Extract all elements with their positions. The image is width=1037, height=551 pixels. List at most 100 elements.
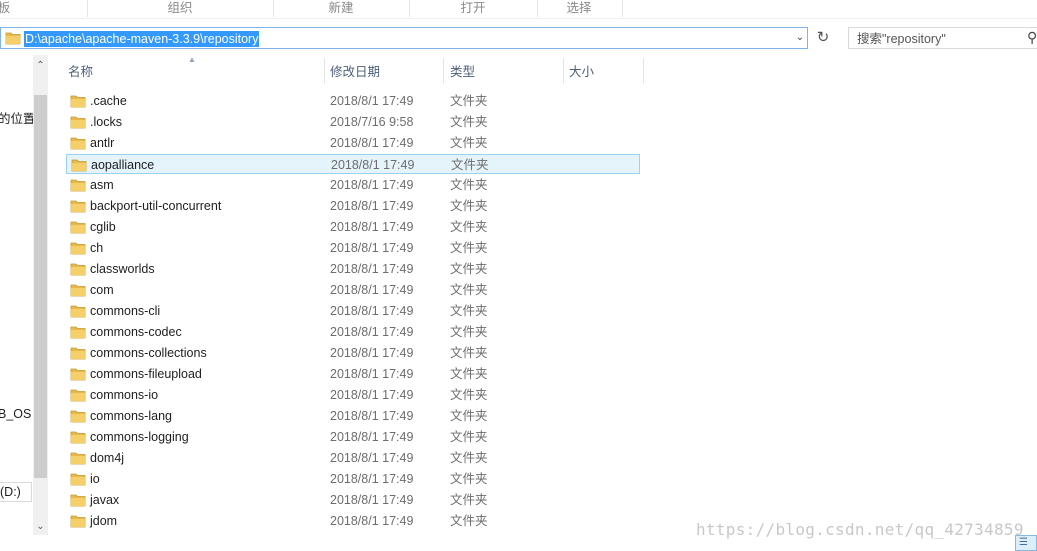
refresh-button[interactable]: ↻	[812, 28, 834, 48]
search-input[interactable]: 搜索"repository"	[857, 31, 946, 47]
file-type: 文件夹	[450, 199, 488, 213]
folder-icon	[70, 430, 86, 444]
file-row[interactable]: ch 2018/8/1 17:49 文件夹	[66, 238, 640, 258]
file-type: 文件夹	[450, 115, 488, 129]
nav-item-recent-locations[interactable]: 的位置	[0, 108, 36, 127]
scrollbar-thumb[interactable]	[34, 95, 47, 478]
file-row[interactable]: commons-logging 2018/8/1 17:49 文件夹	[66, 427, 640, 447]
file-name[interactable]: javax	[90, 490, 119, 510]
file-row[interactable]: classworlds 2018/8/1 17:49 文件夹	[66, 259, 640, 279]
file-row[interactable]: commons-codec 2018/8/1 17:49 文件夹	[66, 322, 640, 342]
file-name[interactable]: commons-cli	[90, 301, 160, 321]
file-row[interactable]: commons-lang 2018/8/1 17:49 文件夹	[66, 406, 640, 426]
file-row[interactable]: commons-collections 2018/8/1 17:49 文件夹	[66, 343, 640, 363]
address-bar[interactable]: D:\apache\apache-maven-3.3.9\repository …	[0, 27, 808, 49]
file-name[interactable]: classworlds	[90, 259, 155, 279]
folder-icon	[70, 241, 86, 255]
details-view-button[interactable]: ☰	[1015, 535, 1037, 551]
nav-item-d-drive[interactable]: (D:)	[0, 482, 32, 502]
column-header-modified[interactable]: 修改日期	[330, 58, 442, 86]
file-type: 文件夹	[450, 367, 488, 381]
ribbon: 板 组织 新建 打开 选择	[0, 0, 1037, 19]
file-name[interactable]: commons-io	[90, 385, 158, 405]
file-name[interactable]: commons-lang	[90, 406, 172, 426]
folder-icon	[70, 199, 86, 213]
file-name[interactable]: commons-collections	[90, 343, 207, 363]
file-name[interactable]: commons-fileupload	[90, 364, 202, 384]
file-name[interactable]: io	[90, 469, 100, 489]
file-row[interactable]: backport-util-concurrent 2018/8/1 17:49 文件…	[66, 196, 640, 216]
folder-icon	[70, 178, 86, 192]
column-header-type[interactable]: 类型	[450, 58, 562, 86]
file-type: 文件夹	[450, 178, 488, 192]
folder-icon	[70, 94, 86, 108]
folder-icon	[70, 367, 86, 381]
file-modified: 2018/8/1 17:49	[330, 241, 414, 255]
file-row[interactable]: dom4j 2018/8/1 17:49 文件夹	[66, 448, 640, 468]
column-header-name[interactable]: 名称	[68, 58, 323, 86]
folder-icon	[70, 346, 86, 360]
file-row[interactable]: antlr 2018/8/1 17:49 文件夹	[66, 133, 640, 153]
search-icon[interactable]: ⚲	[1027, 29, 1037, 46]
file-name[interactable]: commons-codec	[90, 322, 182, 342]
file-row[interactable]: .cache 2018/8/1 17:49 文件夹	[66, 91, 640, 111]
ribbon-tab-organize[interactable]: 组织	[88, 0, 272, 18]
file-row[interactable]: commons-fileupload 2018/8/1 17:49 文件夹	[66, 364, 640, 384]
search-box[interactable]: 搜索"repository" ⚲	[848, 27, 1037, 49]
ribbon-divider	[622, 0, 623, 17]
scroll-up-icon[interactable]: ⌃	[33, 58, 48, 73]
column-divider[interactable]	[443, 58, 444, 84]
file-name[interactable]: asm	[90, 175, 114, 195]
file-row[interactable]: asm 2018/8/1 17:49 文件夹	[66, 175, 640, 195]
file-row[interactable]: commons-cli 2018/8/1 17:49 文件夹	[66, 301, 640, 321]
file-row[interactable]: jdom 2018/8/1 17:49 文件夹	[66, 511, 640, 531]
file-name[interactable]: dom4j	[90, 448, 124, 468]
file-modified: 2018/8/1 17:49	[330, 367, 414, 381]
ribbon-tab-select[interactable]: 选择	[538, 0, 620, 18]
file-type: 文件夹	[450, 220, 488, 234]
ribbon-tab-open[interactable]: 打开	[410, 0, 536, 18]
file-name[interactable]: aopalliance	[91, 155, 154, 175]
file-name[interactable]: com	[90, 280, 114, 300]
file-modified: 2018/8/1 17:49	[330, 94, 414, 108]
file-name[interactable]: cglib	[90, 217, 116, 237]
column-divider[interactable]	[563, 58, 564, 84]
file-row[interactable]: .locks 2018/7/16 9:58 文件夹	[66, 112, 640, 132]
file-row[interactable]: javax 2018/8/1 17:49 文件夹	[66, 490, 640, 510]
file-modified: 2018/8/1 17:49	[330, 409, 414, 423]
nav-item-label: (D:)	[0, 485, 21, 499]
file-modified: 2018/8/1 17:49	[330, 220, 414, 234]
column-header-row: ▲ 名称 修改日期 类型 大小	[60, 55, 660, 86]
file-name[interactable]: .locks	[90, 112, 122, 132]
file-type: 文件夹	[450, 430, 488, 444]
column-divider[interactable]	[643, 58, 644, 84]
file-type: 文件夹	[450, 136, 488, 150]
scroll-down-icon[interactable]: ⌄	[33, 519, 48, 534]
address-path[interactable]: D:\apache\apache-maven-3.3.9\repository	[24, 31, 260, 47]
file-row[interactable]: aopalliance 2018/8/1 17:49 文件夹	[66, 154, 640, 174]
file-modified: 2018/8/1 17:49	[330, 136, 414, 150]
file-name[interactable]: backport-util-concurrent	[90, 196, 221, 216]
file-name[interactable]: ch	[90, 238, 103, 258]
column-divider[interactable]	[324, 58, 325, 84]
file-name[interactable]: jdom	[90, 511, 117, 531]
file-row[interactable]: commons-io 2018/8/1 17:49 文件夹	[66, 385, 640, 405]
file-row[interactable]: cglib 2018/8/1 17:49 文件夹	[66, 217, 640, 237]
file-name[interactable]: antlr	[90, 133, 114, 153]
folder-icon	[70, 304, 86, 318]
nav-scrollbar[interactable]: ⌃ ⌄	[33, 55, 48, 535]
file-row[interactable]: io 2018/8/1 17:49 文件夹	[66, 469, 640, 489]
folder-icon	[70, 136, 86, 150]
ribbon-tab-clipboard[interactable]: 板	[0, 0, 14, 18]
file-modified: 2018/8/1 17:49	[331, 158, 415, 172]
chevron-down-icon[interactable]: ⌄	[795, 33, 805, 43]
column-header-size[interactable]: 大小	[569, 58, 639, 86]
file-name[interactable]: commons-logging	[90, 427, 189, 447]
file-row[interactable]: com 2018/8/1 17:49 文件夹	[66, 280, 640, 300]
ribbon-tab-new[interactable]: 新建	[274, 0, 408, 18]
file-modified: 2018/8/1 17:49	[330, 451, 414, 465]
folder-icon	[70, 115, 86, 129]
file-name[interactable]: .cache	[90, 91, 127, 111]
file-type: 文件夹	[450, 325, 488, 339]
folder-icon	[70, 262, 86, 276]
